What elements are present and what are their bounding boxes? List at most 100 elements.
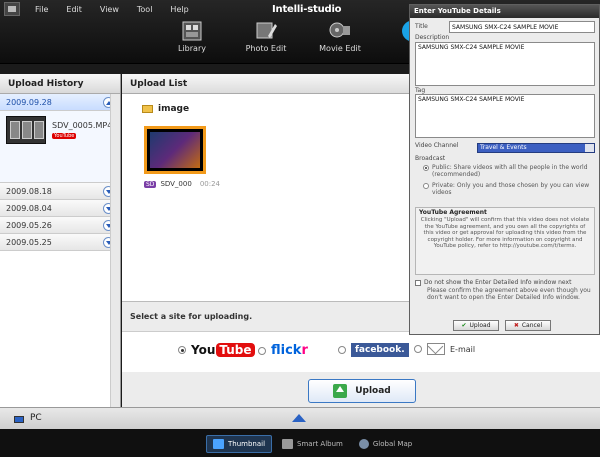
menu-tool[interactable]: Tool xyxy=(128,2,162,18)
tab-thumbnail[interactable]: Thumbnail xyxy=(206,435,273,453)
broadcast-public[interactable]: Public: Share videos with all the people… xyxy=(423,164,593,178)
folder-row[interactable]: image xyxy=(142,104,189,114)
close-icon: ✖ xyxy=(513,322,519,329)
channel-value: Travel & Events xyxy=(480,144,527,151)
history-file-name: SDV_0005.MP4 xyxy=(52,121,113,130)
email-label: E-mail xyxy=(450,344,476,354)
title-field[interactable]: SAMSUNG SMX-C24 SAMPLE MOVIE xyxy=(449,21,595,33)
broadcast-label: Broadcast xyxy=(415,155,446,162)
film-icon xyxy=(180,20,204,42)
mode-label: Movie Edit xyxy=(319,44,361,53)
mode-library[interactable]: Library xyxy=(155,18,229,53)
dont-show-checkbox[interactable] xyxy=(415,279,421,286)
radio-youtube[interactable] xyxy=(178,346,186,354)
description-label: Description xyxy=(415,34,450,41)
mode-photo-edit[interactable]: Photo Edit xyxy=(229,18,303,53)
history-date: 2009.05.26 xyxy=(6,220,52,230)
device-bar: PC xyxy=(0,407,600,429)
app-title: Intelli-studio xyxy=(272,4,342,15)
video-name: SDV_000 xyxy=(160,180,192,188)
agreement-text: Clicking "Upload" will confirm that this… xyxy=(420,217,590,249)
chevron-down-icon[interactable] xyxy=(585,144,594,152)
envelope-icon xyxy=(427,343,445,355)
history-date: 2009.08.04 xyxy=(6,203,52,213)
history-date-row[interactable]: 2009.05.26 xyxy=(0,217,120,234)
upload-history-title: Upload History xyxy=(0,74,120,94)
thumbnail-icon xyxy=(213,439,224,449)
history-file-info: SDV_0005.MP4 YouTube xyxy=(52,121,112,139)
history-date-row[interactable]: 2009.09.28 xyxy=(0,94,120,111)
radio-private[interactable] xyxy=(423,183,429,189)
site-options: You Tube flickr facebook. E-mail xyxy=(122,332,600,372)
youtube-badge: YouTube xyxy=(52,133,77,139)
channel-select[interactable]: Travel & Events xyxy=(477,143,595,153)
radio-flickr[interactable] xyxy=(258,346,266,355)
upload-history-panel: Upload History 2009.09.28 SDV_0005.MP4 Y… xyxy=(0,74,121,407)
private-option-text: Private: Only you and those chosen by yo… xyxy=(432,182,590,196)
radio-facebook[interactable] xyxy=(338,346,346,354)
menu-view[interactable]: View xyxy=(91,2,128,18)
facebook-logo: facebook. xyxy=(351,343,409,357)
history-expanded-item[interactable]: SDV_0005.MP4 YouTube xyxy=(0,111,120,183)
site-youtube[interactable]: You Tube xyxy=(178,343,255,357)
folder-icon xyxy=(142,105,153,113)
dialog-title: Enter YouTube Details xyxy=(410,5,599,18)
history-scrollbar[interactable] xyxy=(110,94,120,407)
dont-show-checkbox-row[interactable]: Do not show the Enter Detailed Info wind… xyxy=(415,279,571,286)
public-option-text: Public: Share videos with all the people… xyxy=(432,164,588,178)
site-facebook[interactable]: facebook. xyxy=(338,343,409,357)
youtube-logo: You Tube xyxy=(191,343,255,357)
history-date-row[interactable]: 2009.08.04 xyxy=(0,200,120,217)
tag-field[interactable]: SAMSUNG SMX-C24 SAMPLE MOVIE xyxy=(415,94,595,138)
menu-edit[interactable]: Edit xyxy=(57,2,91,18)
tab-label: Global Map xyxy=(372,440,413,448)
bottom-bar: PC Thumbnail Smart Album Global Map xyxy=(0,407,600,457)
device-label: PC xyxy=(30,413,42,423)
tab-smart-album[interactable]: Smart Album xyxy=(276,435,349,453)
menu-help[interactable]: Help xyxy=(161,2,197,18)
title-label: Title xyxy=(415,23,428,30)
site-email[interactable]: E-mail xyxy=(414,343,475,355)
channel-label: Video Channel xyxy=(415,142,459,149)
mode-label: Library xyxy=(178,44,206,53)
check-icon: ✔ xyxy=(461,322,467,329)
history-date: 2009.09.28 xyxy=(6,97,52,107)
description-field[interactable]: SAMSUNG SMX-C24 SAMPLE MOVIE xyxy=(415,42,595,86)
tab-label: Smart Album xyxy=(297,440,343,448)
site-flickr[interactable]: flickr xyxy=(258,343,308,358)
sd-badge: SD xyxy=(144,180,157,188)
history-date-row[interactable]: 2009.08.18 xyxy=(0,183,120,200)
agreement-box: YouTube Agreement Clicking "Upload" will… xyxy=(415,207,595,275)
app-logo-icon[interactable] xyxy=(4,2,20,16)
menu-bar: File Edit View Tool Help xyxy=(4,2,198,18)
video-caption: SD SDV_000 00:24 xyxy=(144,180,220,188)
checkbox-label: Do not show the Enter Detailed Info wind… xyxy=(424,279,572,286)
menu-file[interactable]: File xyxy=(26,2,57,18)
upload-button[interactable]: Upload xyxy=(308,379,416,403)
tab-global-map[interactable]: Global Map xyxy=(353,435,418,453)
video-duration: 00:24 xyxy=(199,180,220,188)
upload-arrow-icon xyxy=(333,384,348,398)
panel-toggle-icon[interactable] xyxy=(292,414,306,422)
upload-list: image SD SDV_000 00:24 xyxy=(122,94,410,302)
dialog-cancel-button[interactable]: ✖ Cancel xyxy=(505,320,551,331)
movie-edit-icon xyxy=(328,20,352,42)
broadcast-private[interactable]: Private: Only you and those chosen by yo… xyxy=(423,182,593,196)
dialog-buttons: ✔ Upload ✖ Cancel xyxy=(453,320,551,331)
history-date-row[interactable]: 2009.05.25 xyxy=(0,234,120,251)
radio-public[interactable] xyxy=(423,165,429,171)
youtube-details-dialog: Enter YouTube Details Title SAMSUNG SMX-… xyxy=(409,4,600,335)
radio-email[interactable] xyxy=(414,345,422,353)
agreement-title: YouTube Agreement xyxy=(419,209,487,216)
video-thumbnail[interactable] xyxy=(144,126,206,174)
history-date: 2009.08.18 xyxy=(6,186,52,196)
mode-movie-edit[interactable]: Movie Edit xyxy=(303,18,377,53)
tab-label: Thumbnail xyxy=(228,440,266,448)
mode-switcher: Library Photo Edit Movie Edit Sh xyxy=(155,18,451,53)
dialog-upload-button[interactable]: ✔ Upload xyxy=(453,320,499,331)
pc-icon xyxy=(14,416,24,423)
globe-icon xyxy=(358,439,369,449)
upload-button-label: Upload xyxy=(355,386,391,396)
flickr-logo: flickr xyxy=(271,343,308,358)
folder-name: image xyxy=(158,104,190,114)
